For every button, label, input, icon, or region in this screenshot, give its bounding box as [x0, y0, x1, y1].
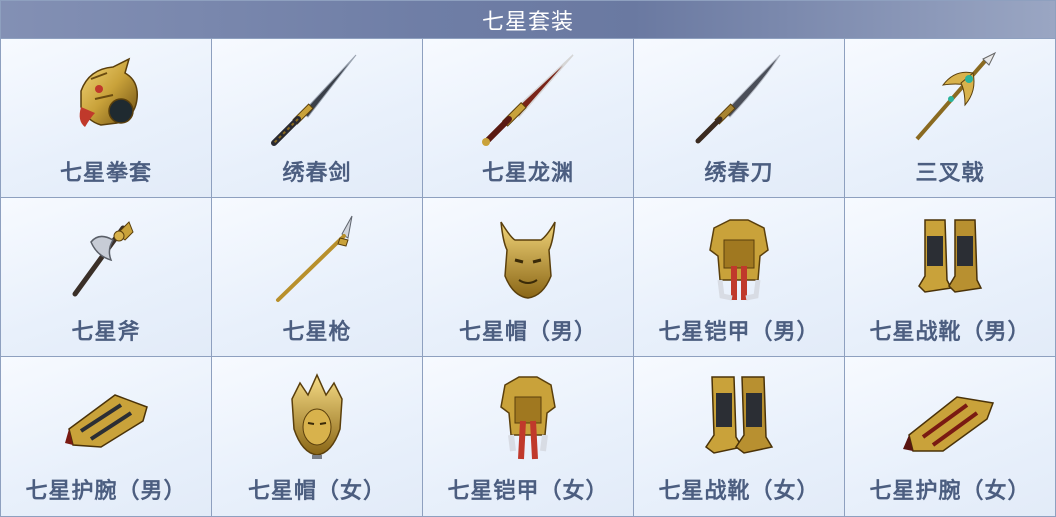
dark-sword-icon [262, 51, 372, 147]
item-name: 七星铠甲（女） [447, 478, 609, 504]
item-cell[interactable]: 七星战靴（女） [634, 357, 845, 516]
armor-icon [684, 210, 794, 306]
spear-icon [262, 210, 372, 306]
item-cell[interactable]: 七星斧 [1, 198, 212, 357]
bracer-icon [895, 369, 1005, 465]
item-name: 七星龙渊 [481, 160, 574, 186]
gold-dragon-gauntlet-icon [51, 51, 161, 147]
item-set-table: 七星套装 七星拳套 绣春剑 七星龙渊 绣春刀 三叉戟 七星斧 七星枪 七星帽（男… [0, 0, 1056, 517]
boots-icon [684, 369, 794, 465]
set-title: 七星套装 [1, 1, 1055, 39]
item-name: 七星战靴（女） [658, 478, 820, 504]
curved-blade-icon [684, 51, 794, 147]
item-cell[interactable]: 七星战靴（男） [845, 198, 1055, 357]
item-name: 七星拳套 [59, 160, 152, 186]
item-cell[interactable]: 绣春剑 [212, 39, 423, 198]
item-cell[interactable]: 三叉戟 [845, 39, 1055, 198]
crown-helmet-icon [262, 369, 372, 465]
red-long-sword-icon [473, 51, 583, 147]
item-name: 七星斧 [71, 319, 141, 345]
item-cell[interactable]: 七星帽（男） [423, 198, 634, 357]
item-cell[interactable]: 七星铠甲（女） [423, 357, 634, 516]
item-name: 七星护腕（男） [25, 478, 187, 504]
item-cell[interactable]: 七星龙渊 [423, 39, 634, 198]
bracer-icon [51, 369, 161, 465]
item-cell[interactable]: 七星枪 [212, 198, 423, 357]
item-cell[interactable]: 七星护腕（男） [1, 357, 212, 516]
item-name: 七星铠甲（男） [658, 319, 820, 345]
item-name: 七星帽（男） [458, 319, 597, 345]
item-name: 三叉戟 [915, 160, 985, 186]
horned-helmet-icon [473, 210, 583, 306]
boots-icon [895, 210, 1005, 306]
item-name: 七星战靴（男） [869, 319, 1031, 345]
battle-axe-icon [51, 210, 161, 306]
item-cell[interactable]: 绣春刀 [634, 39, 845, 198]
item-cell[interactable]: 七星帽（女） [212, 357, 423, 516]
item-name: 七星护腕（女） [869, 478, 1031, 504]
item-name: 绣春剑 [282, 160, 352, 186]
armor-icon [473, 369, 583, 465]
item-cell[interactable]: 七星拳套 [1, 39, 212, 198]
item-name: 七星帽（女） [247, 478, 386, 504]
item-grid: 七星拳套 绣春剑 七星龙渊 绣春刀 三叉戟 七星斧 七星枪 七星帽（男） 七星铠… [1, 39, 1055, 516]
item-cell[interactable]: 七星铠甲（男） [634, 198, 845, 357]
item-name: 七星枪 [282, 319, 352, 345]
item-name: 绣春刀 [704, 160, 774, 186]
trident-halberd-icon [895, 51, 1005, 147]
item-cell[interactable]: 七星护腕（女） [845, 357, 1055, 516]
